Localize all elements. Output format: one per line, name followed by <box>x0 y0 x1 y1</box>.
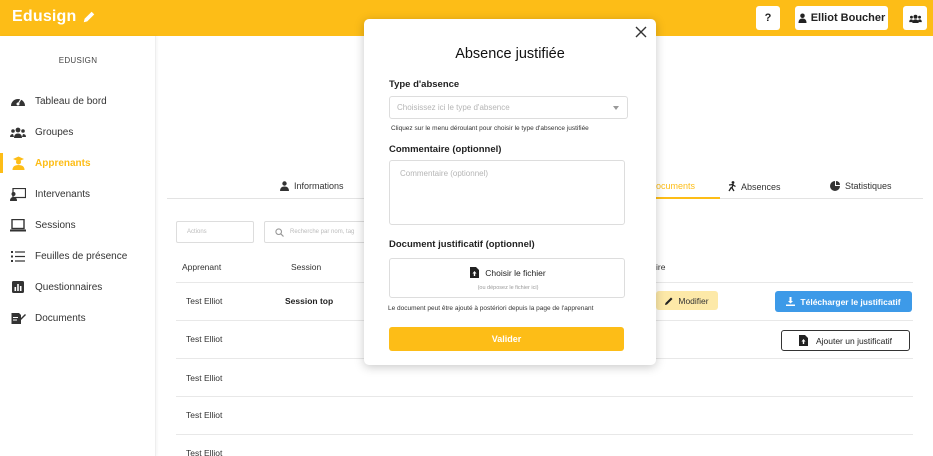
choose-file-button[interactable]: Choisir le fichier <box>390 267 626 278</box>
search-placeholder: Recherche par nom, tag <box>290 229 355 235</box>
groups-icon <box>10 124 26 140</box>
search-icon <box>275 227 284 237</box>
sidebar-item-label: Documents <box>35 312 86 324</box>
row-divider <box>176 434 913 435</box>
pencil-icon <box>665 297 673 305</box>
column-header-partial: ire <box>656 262 666 272</box>
user-name: Elliot Boucher <box>810 12 886 24</box>
running-icon <box>728 181 736 192</box>
modify-button[interactable]: Modifier <box>656 291 718 310</box>
user-icon <box>798 13 807 23</box>
tab-statistiques[interactable]: Statistiques <box>830 181 892 191</box>
document-icon <box>10 310 26 326</box>
sidebar-item-dashboard[interactable]: Tableau de bord <box>0 90 156 112</box>
table-cell-apprenant: Test Elliot <box>186 296 223 306</box>
add-label: Ajouter un justificatif <box>815 335 893 346</box>
sidebar-item-sessions[interactable]: Sessions <box>0 214 156 236</box>
absence-type-placeholder: Choisissez ici le type d'absence <box>397 103 510 112</box>
modal-title: Absence justifiée <box>455 46 565 62</box>
download-icon <box>786 297 796 306</box>
sidebar-title: EDUSIGN <box>58 56 98 65</box>
app-logo[interactable]: Edusign <box>12 8 96 26</box>
sidebar-item-feuilles[interactable]: Feuilles de présence <box>0 245 156 267</box>
student-icon <box>10 155 26 171</box>
add-justificatif-button[interactable]: Ajouter un justificatif <box>781 330 910 351</box>
row-divider <box>176 396 913 397</box>
absence-type-select[interactable]: Choisissez ici le type d'absence <box>389 96 628 119</box>
sidebar-item-label: Tableau de bord <box>35 95 107 107</box>
sidebar-item-label: Questionnaires <box>35 281 103 293</box>
pie-chart-icon <box>830 181 840 191</box>
tab-documents[interactable]: ocuments <box>656 181 695 191</box>
comment-field[interactable]: Commentaire (optionnel) <box>389 160 625 225</box>
sidebar-item-apprenants[interactable]: Apprenants <box>0 152 156 174</box>
document-label: Document justificatif (optionnel) <box>389 239 535 250</box>
sidebar-item-label: Apprenants <box>35 157 91 169</box>
close-button[interactable] <box>634 25 648 39</box>
submit-button[interactable]: Valider <box>389 327 624 351</box>
sidebar-item-questionnaires[interactable]: Questionnaires <box>0 276 156 298</box>
table-cell-apprenant: Test Elliot <box>186 334 223 344</box>
actions-select-label: Actions <box>187 229 207 235</box>
tab-label: Absences <box>741 181 781 192</box>
chart-icon <box>10 279 26 295</box>
sidebar-item-label: Sessions <box>35 219 76 231</box>
help-button[interactable]: ? <box>756 6 780 30</box>
sidebar-item-documents[interactable]: Documents <box>0 307 156 329</box>
table-cell-apprenant: Test Elliot <box>186 410 223 420</box>
file-upload-icon <box>798 335 808 346</box>
tab-informations[interactable]: Informations <box>280 181 344 191</box>
user-menu-button[interactable]: Elliot Boucher <box>795 6 888 30</box>
absence-modal: Absence justifiée Type d'absence Choisis… <box>364 19 656 365</box>
file-dropzone[interactable]: Choisir le fichier (ou déposez le fichie… <box>389 258 625 298</box>
table-cell-apprenant: Test Elliot <box>186 448 223 456</box>
table-cell-apprenant: Test Elliot <box>186 373 223 383</box>
actions-select[interactable]: Actions <box>176 221 254 243</box>
laptop-icon <box>10 217 26 233</box>
dashboard-icon <box>10 93 26 109</box>
sidebar-item-label: Intervenants <box>35 188 91 200</box>
tab-label: Statistiques <box>845 181 892 191</box>
comment-placeholder: Commentaire (optionnel) <box>400 169 489 178</box>
dropzone-hint: (ou déposez le fichier ici) <box>477 285 539 291</box>
chevron-down-icon <box>613 106 619 110</box>
comment-label: Commentaire (optionnel) <box>389 144 502 155</box>
user-badge-icon <box>280 181 289 191</box>
pen-icon <box>83 11 94 23</box>
sidebar-item-intervenants[interactable]: Intervenants <box>0 183 156 205</box>
table-cell-session: Session top <box>285 296 334 306</box>
file-upload-icon <box>470 267 480 278</box>
column-header-apprenant[interactable]: Apprenant <box>182 262 221 272</box>
list-icon <box>10 248 26 264</box>
tab-label: ocuments <box>656 181 696 191</box>
close-icon <box>635 26 647 38</box>
choose-file-label: Choisir le fichier <box>485 267 546 278</box>
document-hint: Le document peut être ajouté à postérior… <box>388 305 594 312</box>
absence-type-label: Type d'absence <box>389 79 460 90</box>
sidebar-item-label: Feuilles de présence <box>35 250 128 262</box>
logo-text: Edusign <box>12 8 77 25</box>
sidebar-item-label: Groupes <box>35 126 74 138</box>
sidebar-item-groups[interactable]: Groupes <box>0 121 156 143</box>
tab-label: Informations <box>294 181 344 191</box>
column-header-session[interactable]: Session <box>291 262 321 272</box>
download-label: Télécharger le justificatif <box>800 296 901 307</box>
absence-type-hint: Cliquez sur le menu déroulant pour chois… <box>391 125 589 132</box>
teacher-icon <box>10 186 26 202</box>
modify-label: Modifier <box>678 295 709 306</box>
search-input[interactable]: Recherche par nom, tag <box>264 221 374 243</box>
users-button[interactable] <box>903 6 927 30</box>
users-icon <box>908 14 922 23</box>
download-justificatif-button[interactable]: Télécharger le justificatif <box>775 291 912 312</box>
tab-absences[interactable]: Absences <box>727 181 781 192</box>
